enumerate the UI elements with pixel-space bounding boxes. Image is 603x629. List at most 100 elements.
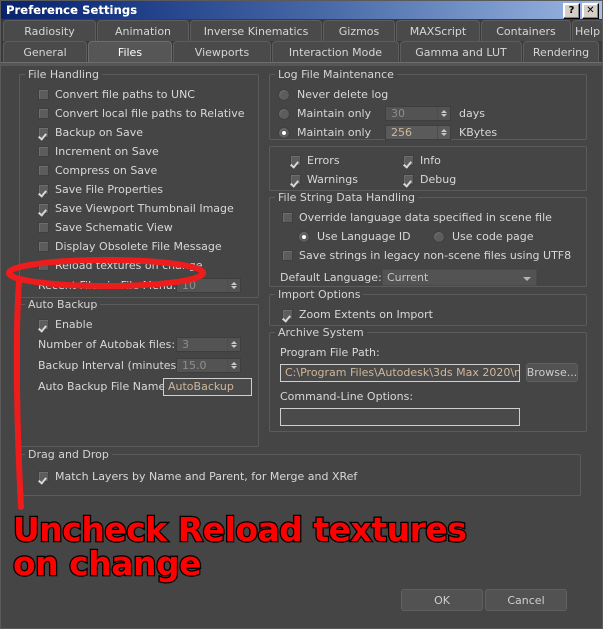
group-log-flags: Errors Info Warnings Debug — [269, 146, 587, 191]
checkbox-warnings[interactable] — [290, 174, 301, 185]
label-auto-backup-file-name: Auto Backup File Name: — [38, 380, 169, 393]
checkbox-row-save-file-properties[interactable]: Save File Properties — [38, 180, 252, 199]
tab-inverse-kinematics[interactable]: Inverse Kinematics — [190, 20, 322, 41]
radio-use-language-id[interactable] — [298, 230, 310, 243]
label-debug: Debug — [420, 173, 457, 186]
radio-use-code-page[interactable] — [433, 230, 445, 243]
checkbox-increment-on-save[interactable] — [38, 146, 49, 157]
checkbox-row-convert-relative[interactable]: Convert local file paths to Relative — [38, 104, 252, 123]
close-icon[interactable]: ✕ — [582, 3, 599, 19]
checkbox-row-zoom-extents-on-import[interactable]: Zoom Extents on Import — [282, 305, 580, 324]
checkbox-row-convert-unc[interactable]: Convert file paths to UNC — [38, 85, 252, 104]
ok-button[interactable]: OK — [401, 589, 483, 611]
checkbox-row-reload-textures-on-change[interactable]: Reload textures on change — [38, 256, 252, 275]
checkbox-debug[interactable] — [403, 174, 414, 185]
label-maintain-only-kbytes: Maintain only — [297, 126, 372, 139]
spinner-backup-interval-minutes[interactable]: 15.0 — [176, 358, 241, 373]
checkbox-match-layers-by-name-and-parent[interactable] — [38, 471, 49, 482]
tab-containers[interactable]: Containers — [481, 20, 571, 41]
label-reload-textures-on-change: Reload textures on change — [55, 259, 203, 272]
help-icon[interactable]: ? — [563, 3, 580, 19]
program-file-path-row: C:\Program Files\Autodesk\3ds Max 2020\m… — [280, 362, 580, 383]
spinner-arrows-icon[interactable] — [227, 279, 240, 292]
input-command-line-options[interactable] — [280, 407, 520, 426]
browse-button[interactable]: Browse... — [526, 363, 578, 382]
checkbox-reload-textures-on-change[interactable] — [38, 260, 49, 271]
checkbox-row-increment-on-save[interactable]: Increment on Save — [38, 142, 252, 161]
tab-maxscript[interactable]: MAXScript — [396, 20, 480, 41]
checkbox-auto-backup-enable[interactable] — [38, 319, 49, 330]
checkbox-save-file-properties[interactable] — [38, 184, 49, 195]
group-archive-system: Archive System Program File Path: C:\Pro… — [269, 326, 587, 432]
radio-row-maintain-only-days[interactable]: Maintain only 30 days — [278, 104, 580, 123]
tab-viewports[interactable]: Viewports — [173, 41, 271, 62]
label-match-layers-by-name-and-parent: Match Layers by Name and Parent, for Mer… — [55, 470, 358, 483]
label-use-language-id: Use Language ID — [317, 230, 411, 243]
annotation-text: Uncheck Reload textures on change — [12, 511, 483, 583]
radio-maintain-only-kbytes[interactable] — [278, 126, 290, 139]
label-number-of-autobak-files: Number of Autobak files: — [38, 338, 176, 351]
radio-row-never-delete-log[interactable]: Never delete log — [278, 85, 580, 104]
select-default-language[interactable]: Current — [382, 269, 537, 286]
radio-row-maintain-only-kbytes[interactable]: Maintain only 256 KBytes — [278, 123, 580, 142]
spinner-arrows-icon[interactable] — [437, 107, 450, 120]
checkbox-compress-on-save[interactable] — [38, 165, 49, 176]
tab-animation[interactable]: Animation — [97, 20, 189, 41]
spinner-arrows-icon[interactable] — [227, 338, 240, 351]
radio-maintain-only-days[interactable] — [278, 107, 290, 120]
right-column: Log File Maintenance Never delete log Ma… — [269, 68, 587, 438]
group-file-handling: File Handling Convert file paths to UNC … — [19, 68, 259, 298]
spinner-arrows-icon[interactable] — [437, 126, 450, 139]
cancel-button[interactable]: Cancel — [485, 589, 567, 611]
tab-gamma-and-lut[interactable]: Gamma and LUT — [400, 41, 522, 62]
checkbox-row-save-viewport-thumbnail[interactable]: Save Viewport Thumbnail Image — [38, 199, 252, 218]
checkbox-save-schematic-view[interactable] — [38, 222, 49, 233]
window-title: Preference Settings — [6, 3, 138, 17]
command-line-options-row — [280, 406, 580, 427]
checkbox-save-viewport-thumbnail-image[interactable] — [38, 203, 49, 214]
tab-rendering[interactable]: Rendering — [523, 41, 599, 62]
label-default-language: Default Language: — [280, 271, 382, 284]
label-save-file-properties: Save File Properties — [55, 183, 163, 196]
label-save-strings-legacy-utf8: Save strings in legacy non-scene files u… — [299, 249, 572, 262]
checkbox-zoom-extents-on-import[interactable] — [282, 309, 293, 320]
spinner-arrows-icon[interactable] — [227, 359, 240, 372]
dialog-footer: OK Cancel — [1, 584, 602, 628]
checkbox-row-auto-backup-enable[interactable]: Enable — [38, 315, 252, 334]
spinner-maintain-days[interactable]: 30 — [385, 106, 451, 121]
checkbox-row-legacy-utf8[interactable]: Save strings in legacy non-scene files u… — [282, 246, 580, 265]
label-errors: Errors — [307, 154, 340, 167]
checkbox-row-display-obsolete-file-message[interactable]: Display Obsolete File Message — [38, 237, 252, 256]
checkbox-display-obsolete-file-message[interactable] — [38, 241, 49, 252]
checkbox-backup-on-save[interactable] — [38, 127, 49, 138]
checkbox-convert-file-paths-to-unc[interactable] — [38, 89, 49, 100]
tab-interaction-mode[interactable]: Interaction Mode — [272, 41, 399, 62]
group-auto-backup: Auto Backup Enable Number of Autobak fil… — [19, 298, 259, 447]
checkbox-save-strings-legacy-utf8[interactable] — [282, 250, 293, 261]
spinner-number-of-autobak-files[interactable]: 3 — [176, 337, 241, 352]
checkbox-row-compress-on-save[interactable]: Compress on Save — [38, 161, 252, 180]
tab-general[interactable]: General — [3, 41, 87, 62]
checkbox-row-match-layers[interactable]: Match Layers by Name and Parent, for Mer… — [38, 467, 574, 486]
checkbox-row-override-language-data[interactable]: Override language data specified in scen… — [282, 208, 580, 227]
checkbox-errors[interactable] — [290, 155, 301, 166]
input-program-file-path[interactable]: C:\Program Files\Autodesk\3ds Max 2020\m… — [280, 363, 520, 382]
spinner-recent-files-in-file-menu[interactable]: 10 — [176, 278, 241, 293]
label-info: Info — [420, 154, 441, 167]
tab-radiosity[interactable]: Radiosity — [3, 20, 96, 41]
tab-files[interactable]: Files — [88, 41, 172, 62]
radio-never-delete-log[interactable] — [278, 88, 290, 101]
tab-help[interactable]: Help — [572, 20, 602, 41]
checkbox-row-backup-on-save[interactable]: Backup on Save — [38, 123, 252, 142]
tab-gizmos[interactable]: Gizmos — [323, 20, 395, 41]
checkbox-override-language-data[interactable] — [282, 212, 293, 223]
value-maintain-kbytes: 256 — [391, 126, 412, 139]
label-use-code-page: Use code page — [452, 230, 534, 243]
checkbox-info[interactable] — [403, 155, 414, 166]
input-auto-backup-file-name[interactable]: AutoBackup — [163, 377, 252, 396]
spinner-maintain-kbytes[interactable]: 256 — [385, 125, 451, 140]
checkbox-row-save-schematic-view[interactable]: Save Schematic View — [38, 218, 252, 237]
label-backup-interval-minutes: Backup Interval (minutes): — [38, 359, 185, 372]
annotation-text-line-2: on change — [12, 543, 203, 583]
checkbox-convert-local-file-paths-to-relative[interactable] — [38, 108, 49, 119]
